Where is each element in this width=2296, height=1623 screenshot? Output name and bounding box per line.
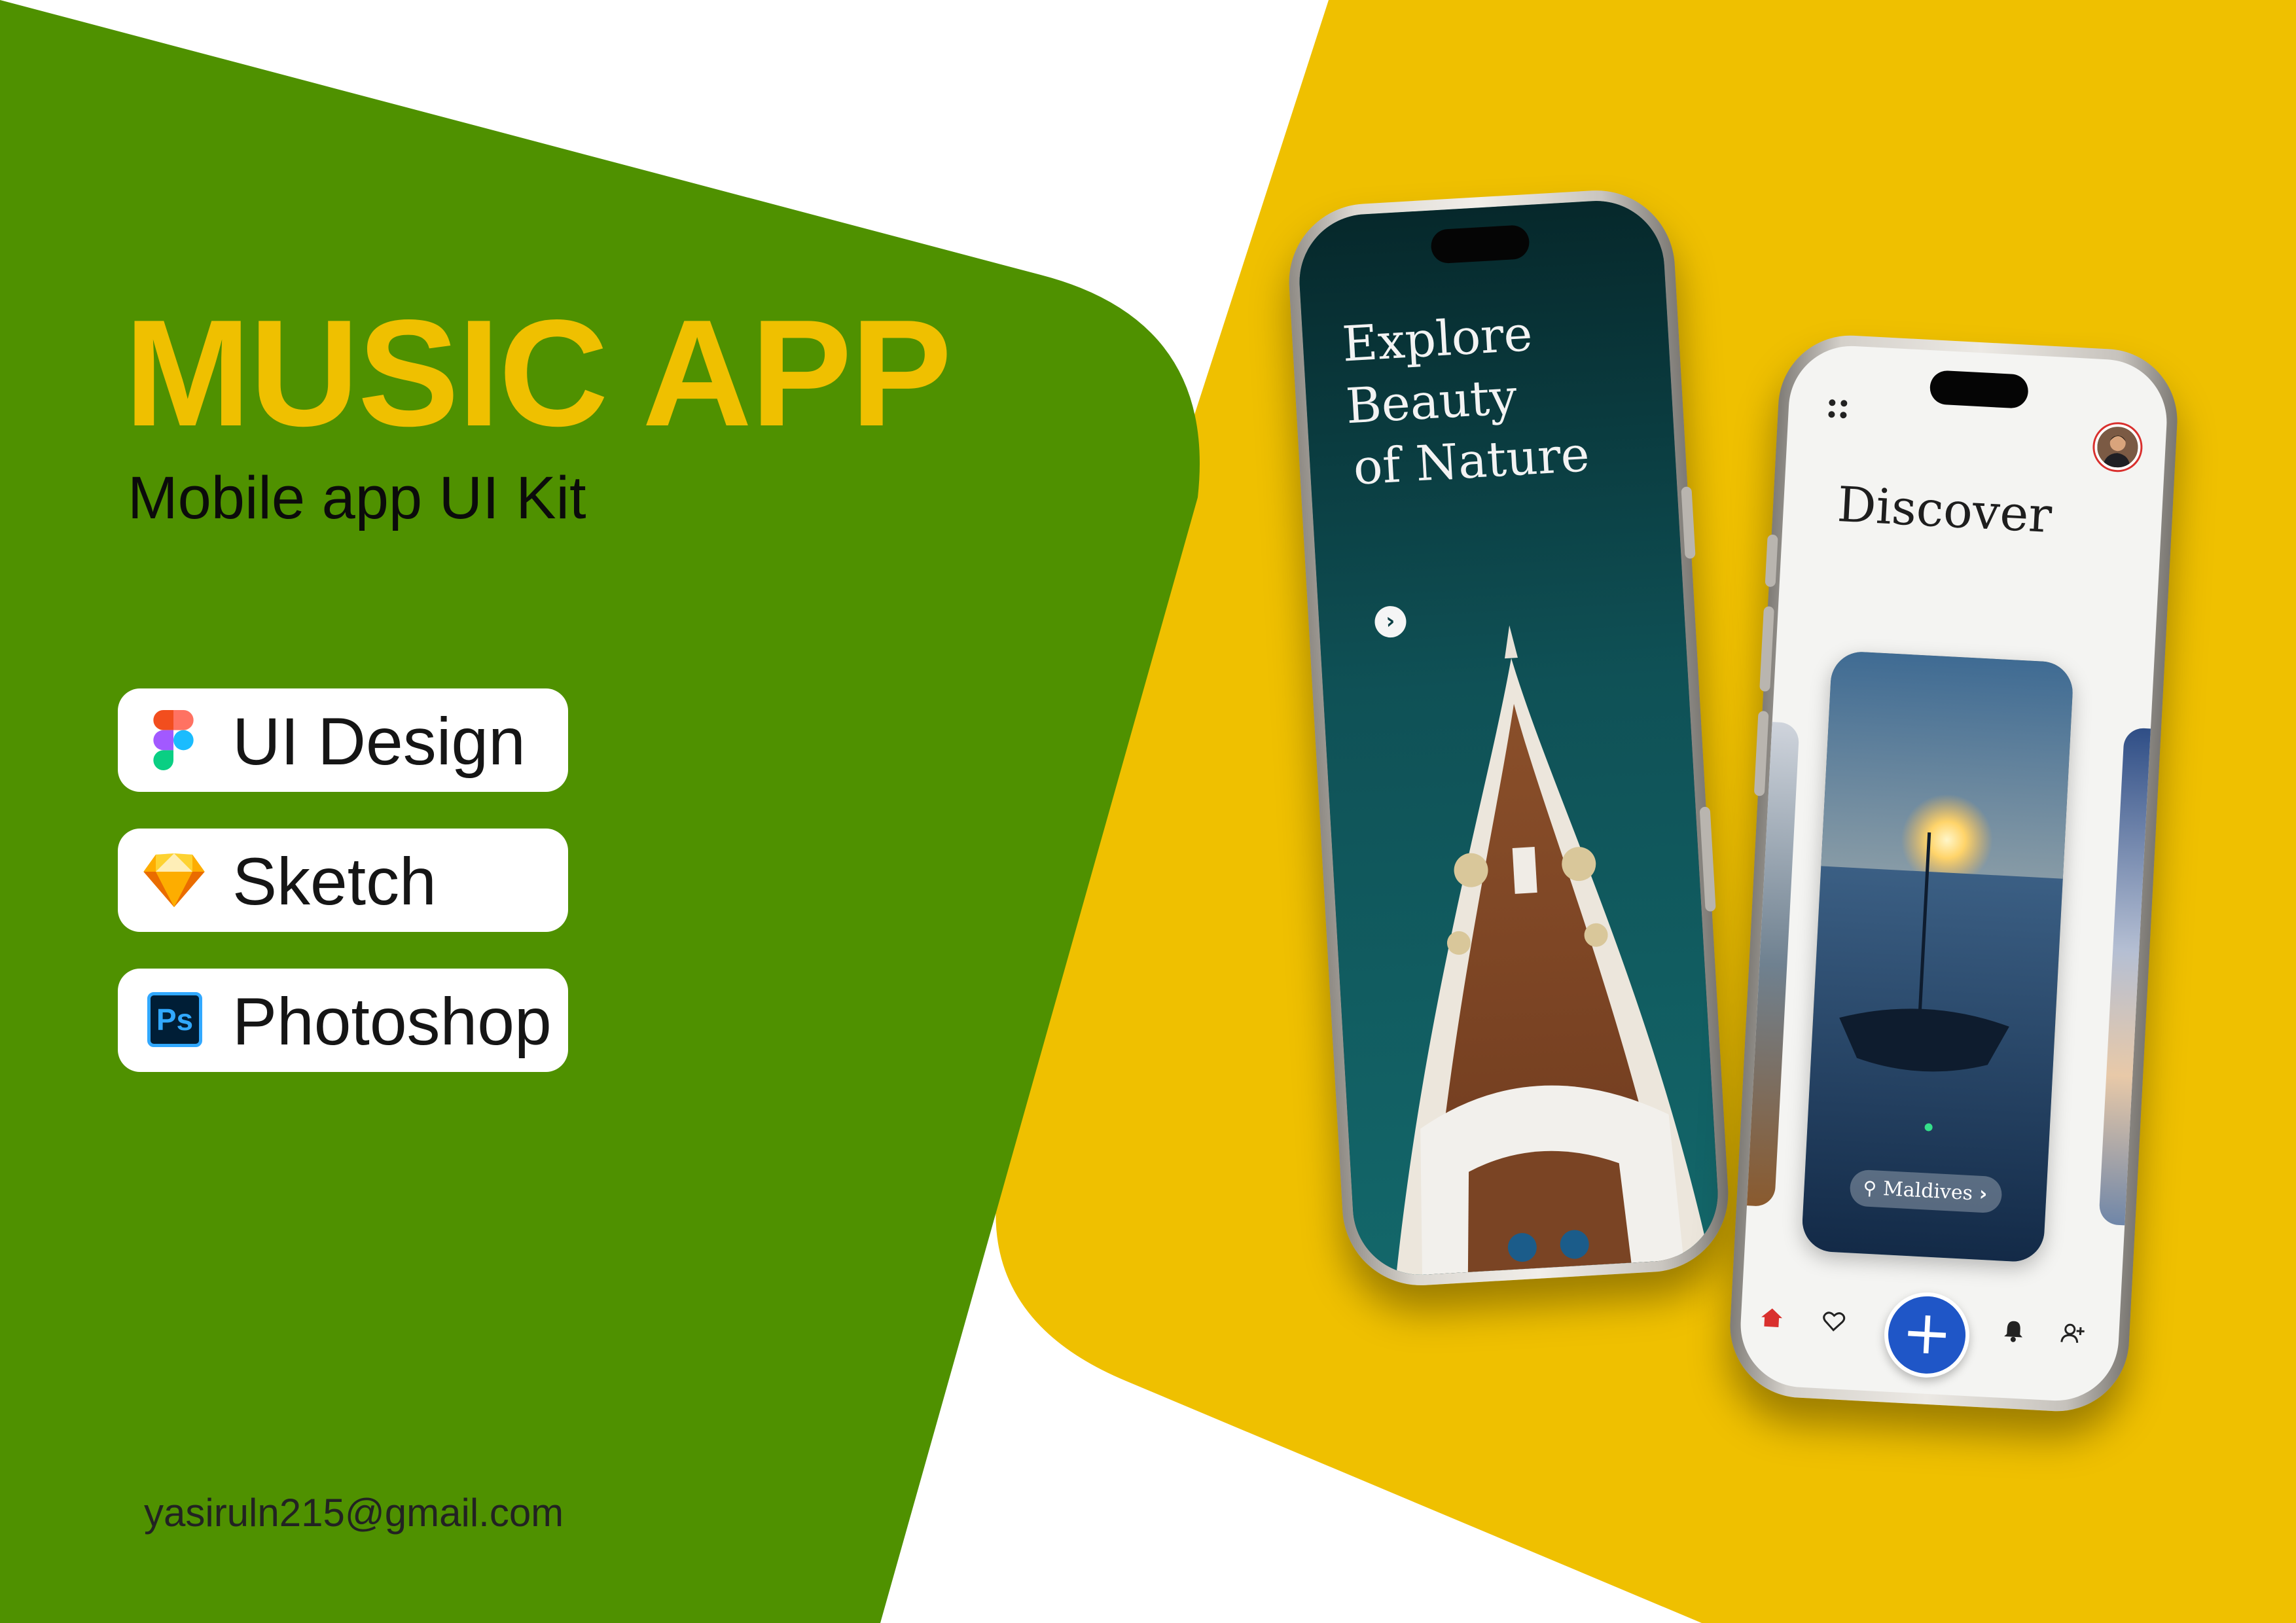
discover-screen: Discover ⚲ Maldives › + [1737,342,2170,1404]
bell-icon [2004,1321,2023,1342]
nav-favorites[interactable] [1816,1302,1853,1340]
chevron-right-icon: › [1385,607,1396,635]
destination-card[interactable]: ⚲ Maldives › [1801,650,2075,1263]
tool-pill-sketch: Sketch [118,829,568,932]
avatar[interactable] [2093,423,2142,471]
page-subtitle: Mobile app UI Kit [128,465,586,531]
nav-notifications[interactable] [1995,1311,2032,1349]
page-title: MUSIC APP [124,289,952,458]
dynamic-island [1430,224,1530,264]
explore-screen: Explore Beauty of Nature › [1295,197,1722,1279]
nav-home[interactable] [1753,1299,1791,1336]
location-pin-icon: ⚲ [1862,1177,1878,1200]
user-icon [2096,425,2140,469]
sunset-boat-image [1801,650,2075,1263]
tool-label: Sketch [232,844,437,919]
phone-mockup-explore: Explore Beauty of Nature › [1284,186,1733,1290]
tool-pill-photoshop: Ps Photoshop [118,969,568,1072]
dynamic-island [1929,370,2030,409]
add-button[interactable]: + [1882,1290,1972,1380]
explore-headline: Explore Beauty of Nature [1340,300,1591,500]
heart-icon [1823,1311,1846,1332]
add-user-icon [2060,1323,2085,1343]
sketch-icon [143,853,205,908]
screen-title: Discover [1836,476,2054,544]
contact-email: yasiruln215@gmail.com [144,1491,564,1535]
menu-grid-icon[interactable] [1826,397,1850,421]
plus-icon: + [1899,1296,1954,1369]
photoshop-icon: Ps [147,992,202,1047]
nav-add-user[interactable] [2054,1315,2091,1352]
chevron-right-icon: › [1979,1182,1988,1206]
bottom-nav: + [1738,1271,2121,1382]
figma-icon [153,710,194,770]
tool-pill-ui-design: UI Design [118,688,568,792]
location-label: Maldives [1882,1177,1973,1205]
home-icon [1761,1308,1783,1327]
tool-label: Photoshop [232,984,552,1059]
tool-label: UI Design [232,704,526,779]
phone-mockup-discover: Discover ⚲ Maldives › + [1726,332,2181,1415]
